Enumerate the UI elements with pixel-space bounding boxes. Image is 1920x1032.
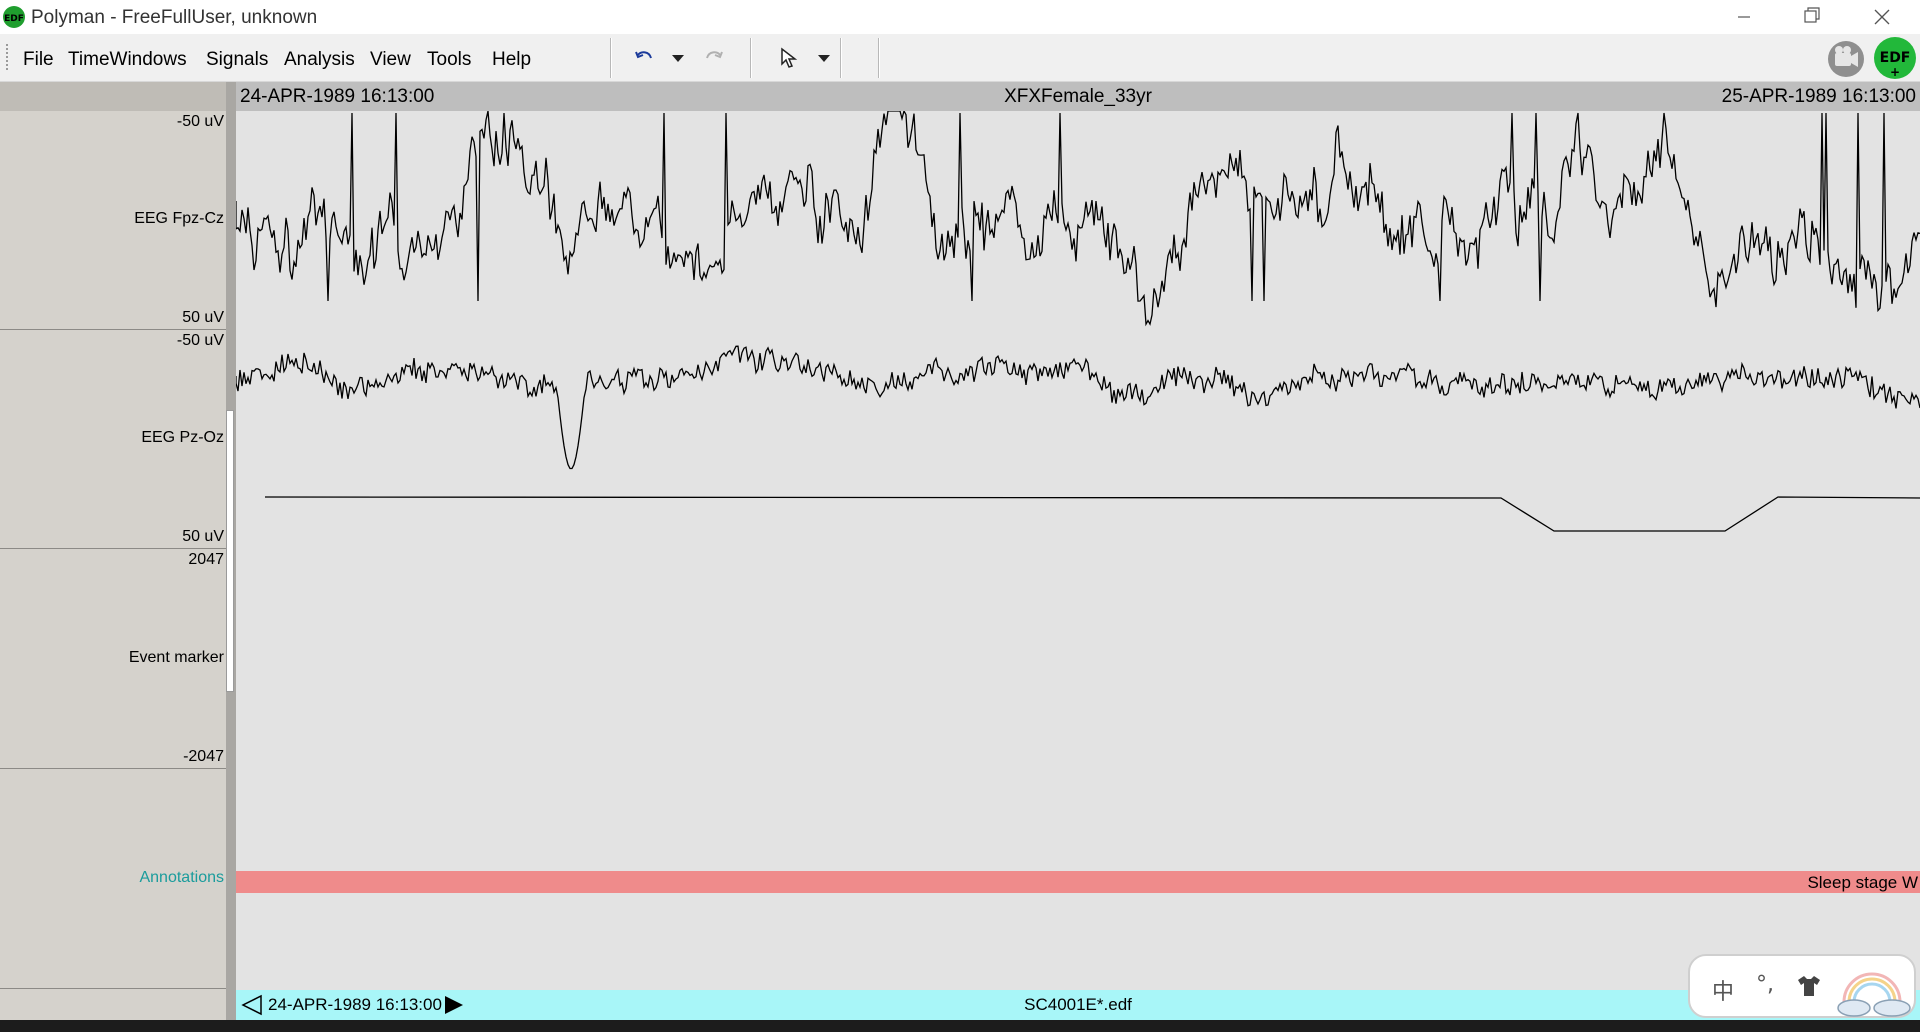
polyman-window: EDF Polyman - FreeFullUser, unknown File… (0, 0, 1920, 1032)
status-bar: 24-APR-1989 16:13:00 SC4001E*.edf (236, 990, 1920, 1020)
window-title: Polyman - FreeFullUser, unknown (31, 7, 318, 28)
title-bar: EDF Polyman - FreeFullUser, unknown (0, 0, 1920, 34)
channel-label[interactable]: EEG Pz-Oz (141, 429, 224, 447)
event-marker-trace (264, 496, 1920, 532)
close-button[interactable] (1854, 0, 1910, 34)
annotation-label[interactable]: Sleep stage W (1807, 873, 1918, 893)
toolbar-separator (750, 38, 752, 78)
svg-text:EDF: EDF (4, 14, 24, 24)
minimize-icon (1738, 16, 1750, 18)
label-panel-header (0, 82, 226, 111)
scale-bottom: 50 uV (182, 528, 224, 545)
toolbar-grip[interactable] (6, 44, 12, 70)
eeg-fpz-cz-trace (236, 111, 1920, 327)
svg-text:+: + (1890, 65, 1900, 79)
menu-signals[interactable]: Signals (206, 49, 268, 71)
menu-analysis[interactable]: Analysis (284, 49, 355, 71)
minimize-button[interactable] (1716, 0, 1772, 34)
ime-toolbar[interactable]: 中 °, (1688, 954, 1916, 1018)
edf-plus-label: EDF (1880, 50, 1911, 66)
channel-row-event-marker[interactable]: 2047 Event marker -2047 (0, 549, 226, 769)
taskbar (0, 1020, 1920, 1032)
redo-icon[interactable] (702, 46, 726, 70)
menu-bar: File TimeWindows Signals Analysis View T… (0, 34, 1920, 82)
scale-top: 2047 (188, 551, 224, 568)
window-end-time: 25-APR-1989 16:13:00 (1721, 86, 1916, 107)
signal-plot-area[interactable]: Sleep stage W (236, 111, 1920, 990)
channel-label[interactable]: Annotations (139, 869, 224, 887)
signal-traces (236, 111, 1920, 532)
dropdown-arrow-icon[interactable] (666, 46, 690, 70)
scale-top: -50 uV (176, 113, 224, 130)
edf-plus-icon[interactable]: EDF + (1873, 36, 1917, 80)
channel-label[interactable]: Event marker (129, 649, 224, 667)
eeg-pz-oz-trace (236, 345, 1920, 470)
restore-button[interactable] (1783, 0, 1839, 34)
channel-row-pz-oz[interactable]: -50 uV EEG Pz-Oz 50 uV (0, 330, 226, 549)
vertical-scrollbar-thumb[interactable] (226, 410, 234, 692)
window-start-time: 24-APR-1989 16:13:00 (240, 86, 435, 107)
menu-file[interactable]: File (23, 49, 54, 71)
close-icon (1874, 9, 1890, 25)
scale-bottom: -2047 (183, 748, 224, 765)
patient-name: XFXFemale_33yr (1004, 86, 1152, 107)
time-header: XFXFemale_33yr 24-APR-1989 16:13:00 25-A… (236, 82, 1920, 111)
skin-icon[interactable] (1796, 974, 1822, 998)
dropdown-arrow-icon[interactable] (812, 46, 836, 70)
toolbar-separator (878, 38, 880, 78)
toolbar-separator (840, 38, 842, 78)
ime-chinese-mode[interactable]: 中 (1712, 974, 1734, 1006)
channel-row-annotations[interactable]: Annotations (0, 769, 226, 989)
weather-icon (1837, 972, 1911, 1017)
menu-view[interactable]: View (370, 49, 411, 71)
channel-label-panel: -50 uV EEG Fpz-Cz 50 uV -50 uV EEG Pz-Oz… (0, 82, 226, 1020)
ime-punctuation[interactable]: °, (1756, 972, 1774, 997)
restore-icon (1804, 7, 1820, 23)
undo-icon[interactable] (632, 46, 656, 70)
video-icon[interactable] (1826, 39, 1866, 79)
pointer-icon[interactable] (778, 46, 802, 70)
annotation-bar[interactable]: Sleep stage W (236, 871, 1920, 893)
file-name: SC4001E*.edf (1024, 995, 1132, 1014)
channel-label[interactable]: EEG Fpz-Cz (134, 210, 224, 228)
scale-bottom: 50 uV (182, 309, 224, 326)
edf-logo-icon: EDF (3, 6, 25, 28)
menu-timewindows[interactable]: TimeWindows (68, 49, 187, 71)
channel-row-fpz-cz[interactable]: -50 uV EEG Fpz-Cz 50 uV (0, 111, 226, 330)
menu-tools[interactable]: Tools (427, 49, 471, 71)
scale-top: -50 uV (176, 332, 224, 349)
toolbar-separator (610, 38, 612, 78)
menu-help[interactable]: Help (492, 49, 531, 71)
